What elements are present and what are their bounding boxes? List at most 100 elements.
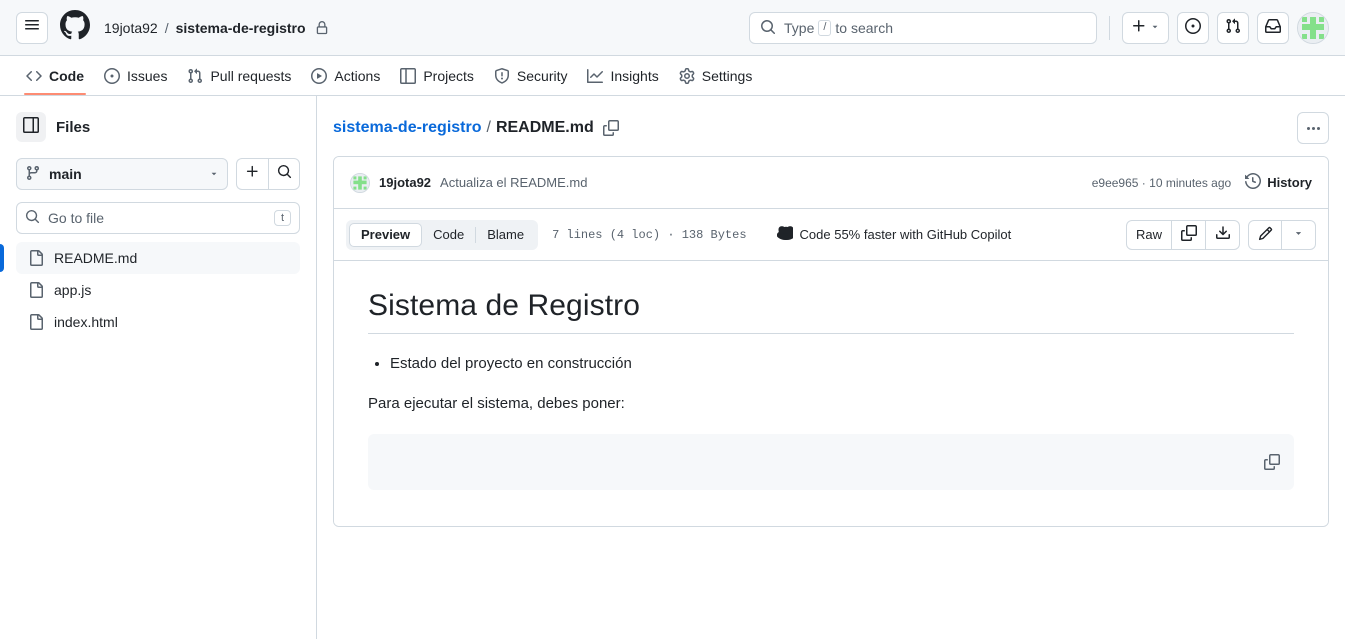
- chevron-down-icon: [1150, 19, 1160, 37]
- commit-message-link[interactable]: Actualiza el README.md: [440, 175, 587, 190]
- pull-requests-button[interactable]: [1217, 12, 1249, 44]
- graph-icon: [587, 68, 604, 84]
- tab-pull-requests-label: Pull requests: [210, 68, 292, 84]
- file-icon: [28, 282, 44, 298]
- tab-code-label: Code: [49, 68, 84, 84]
- copilot-icon: [776, 225, 795, 244]
- breadcrumb: sistema-de-registro / README.md: [333, 112, 1329, 144]
- git-pull-request-icon: [187, 68, 203, 84]
- commit-author-avatar[interactable]: [350, 172, 370, 193]
- shield-icon: [494, 68, 510, 84]
- copy-icon: [1180, 225, 1197, 244]
- tab-issues[interactable]: Issues: [94, 57, 177, 95]
- page-layout: Files main Go to file t README.md app.js…: [0, 96, 1345, 639]
- readme-paragraph: Para ejecutar el sistema, debes poner:: [368, 395, 625, 412]
- branch-controls: main: [16, 158, 300, 190]
- download-button[interactable]: [1206, 219, 1240, 250]
- sidebar-collapse-icon: [23, 116, 39, 138]
- file-tree-item-appjs[interactable]: app.js: [16, 274, 300, 306]
- breadcrumb-repo-link[interactable]: sistema-de-registro: [333, 119, 482, 137]
- edit-dropdown-button[interactable]: [1282, 219, 1316, 250]
- sidebar-search-button[interactable]: [268, 158, 300, 190]
- hamburger-icon: [24, 17, 40, 38]
- pencil-icon: [1258, 226, 1273, 244]
- tab-actions-label: Actions: [334, 68, 381, 84]
- history-link[interactable]: History: [1245, 172, 1312, 192]
- files-header: Files: [16, 112, 300, 142]
- issue-opened-icon: [104, 68, 120, 84]
- issues-button[interactable]: [1177, 12, 1209, 44]
- copy-code-button[interactable]: [1264, 454, 1280, 470]
- commit-hash[interactable]: e9ee965: [1092, 176, 1139, 190]
- download-icon: [1215, 225, 1231, 244]
- search-key-hint: /: [818, 20, 832, 36]
- hamburger-menu-button[interactable]: [16, 11, 48, 44]
- github-logo-icon: [60, 10, 90, 45]
- gear-icon: [679, 68, 695, 84]
- repo-name-link[interactable]: sistema-de-registro: [176, 20, 306, 36]
- repo-owner-link[interactable]: 19jota92: [104, 20, 158, 36]
- breadcrumb-file-name: README.md: [495, 119, 594, 136]
- search-icon: [25, 209, 40, 227]
- breadcrumb-separator: /: [486, 119, 491, 136]
- edit-group: [1248, 219, 1316, 250]
- tab-security[interactable]: Security: [484, 57, 578, 95]
- chevron-down-icon: [1293, 227, 1304, 242]
- more-options-button[interactable]: [1297, 112, 1329, 144]
- tab-security-label: Security: [516, 68, 568, 84]
- go-to-file-key-hint: t: [273, 210, 291, 226]
- search-placeholder-suffix: to search: [835, 20, 894, 36]
- files-title: Files: [56, 118, 91, 136]
- readme-bullet-item: Estado del proyecto en construcción: [390, 352, 1294, 376]
- file-size-meta: 7 lines (4 loc) · 138 Bytes: [552, 227, 747, 242]
- tab-blame[interactable]: Blame: [476, 223, 535, 247]
- copilot-promo-link[interactable]: Code 55% faster with GitHub Copilot: [776, 225, 1012, 244]
- file-tree-item-label: index.html: [54, 314, 118, 330]
- copy-path-button[interactable]: [602, 120, 619, 136]
- commit-meta-group: e9ee965 · 10 minutes ago History: [1092, 172, 1312, 192]
- tab-code[interactable]: Code: [16, 57, 94, 95]
- tab-projects[interactable]: Projects: [390, 57, 484, 95]
- sidebar-collapse-button[interactable]: [16, 112, 46, 142]
- file-tree-item-label: app.js: [54, 282, 92, 298]
- issue-opened-icon: [1185, 17, 1201, 39]
- inbox-icon: [1265, 18, 1281, 39]
- readme-preview: Sistema de Registro Estado del proyecto …: [334, 261, 1328, 526]
- file-tree-item-readme[interactable]: README.md: [0, 242, 300, 274]
- file-tree-item-label: README.md: [54, 250, 138, 266]
- branch-selector[interactable]: main: [16, 158, 228, 190]
- file-tree-item-indexhtml[interactable]: index.html: [16, 306, 300, 338]
- play-icon: [311, 68, 328, 84]
- latest-commit-row: 19jota92 Actualiza el README.md e9ee965 …: [334, 157, 1328, 209]
- header-divider: [1109, 16, 1110, 40]
- user-avatar[interactable]: [1297, 12, 1329, 44]
- tab-preview[interactable]: Preview: [349, 222, 423, 247]
- raw-button[interactable]: Raw: [1125, 219, 1172, 250]
- git-pull-request-icon: [1225, 18, 1241, 39]
- add-file-button[interactable]: [236, 158, 268, 190]
- main-content: sistema-de-registro / README.md 19jota92…: [317, 96, 1345, 639]
- commit-time: 10 minutes ago: [1149, 175, 1232, 190]
- search-icon: [760, 19, 776, 38]
- edit-file-button[interactable]: [1248, 219, 1282, 250]
- tab-insights[interactable]: Insights: [577, 57, 668, 95]
- file-panel: 19jota92 Actualiza el README.md e9ee965 …: [333, 156, 1329, 527]
- create-new-button[interactable]: [1122, 12, 1169, 44]
- git-branch-icon: [25, 165, 41, 184]
- tab-settings[interactable]: Settings: [669, 57, 763, 95]
- copilot-promo-label: Code 55% faster with GitHub Copilot: [799, 227, 1012, 242]
- go-to-file-input[interactable]: Go to file t: [16, 202, 300, 234]
- history-label: History: [1267, 175, 1312, 190]
- global-search-input[interactable]: Type / to search: [749, 12, 1097, 44]
- tab-code-view[interactable]: Code: [422, 223, 475, 247]
- tab-actions[interactable]: Actions: [301, 57, 390, 95]
- github-logo-link[interactable]: [60, 10, 90, 45]
- commit-author-link[interactable]: 19jota92: [379, 175, 431, 190]
- notifications-button[interactable]: [1257, 12, 1289, 44]
- copy-content-button[interactable]: [1172, 219, 1206, 250]
- tab-pull-requests[interactable]: Pull requests: [177, 57, 301, 95]
- go-to-file-placeholder: Go to file: [48, 210, 105, 226]
- file-actions: Raw: [1125, 219, 1316, 250]
- raw-copy-download-group: Raw: [1125, 219, 1240, 250]
- file-icon: [28, 314, 44, 330]
